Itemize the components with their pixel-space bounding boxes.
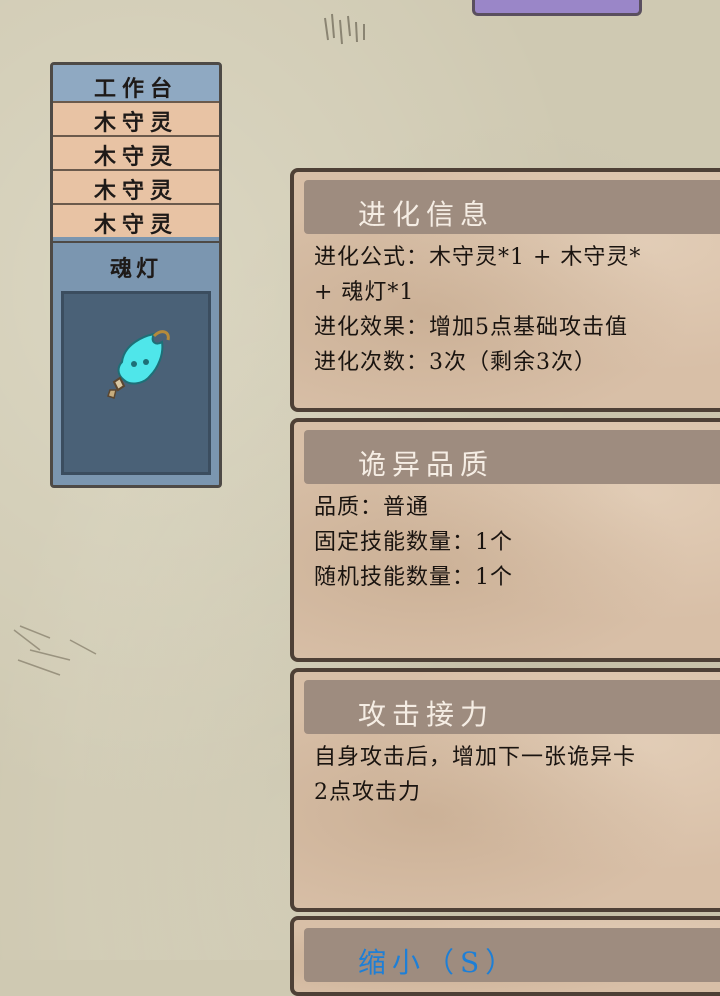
- panel-body: 品质：普通 固定技能数量：1个 随机技能数量：1个: [314, 490, 720, 595]
- stacked-card[interactable]: 木守灵: [53, 135, 219, 170]
- scribble-mark: [13, 625, 97, 676]
- panel-body: 自身攻击后，增加下一张诡异卡 2点攻击力: [314, 740, 720, 810]
- skill-description: 自身攻击后，增加下一张诡异卡: [314, 745, 637, 770]
- panel-title: 诡异品质: [358, 448, 495, 481]
- scribble-mark: [324, 13, 365, 45]
- stacked-card-label: 木守灵: [93, 178, 178, 204]
- panel-header: 诡异品质: [304, 430, 720, 484]
- panel-title: 缩小（S）: [358, 946, 520, 979]
- soul-lamp-icon: [107, 330, 170, 399]
- panel-body: 进化公式：木守灵*1 + 木守灵* + 魂灯*1 进化效果：增加5点基础攻击值 …: [314, 240, 720, 380]
- panel-header: 进化信息: [304, 180, 720, 234]
- skill-description-cont: 2点攻击力: [314, 780, 421, 805]
- skill-panel: 攻击接力 自身攻击后，增加下一张诡异卡 2点攻击力: [290, 668, 720, 912]
- soul-lamp-name: 魂灯: [109, 256, 162, 282]
- fixed-skill-count: 固定技能数量：1个: [314, 530, 513, 555]
- evolution-effect: 进化效果：增加5点基础攻击值: [314, 315, 628, 340]
- random-skill-count: 随机技能数量：1个: [314, 565, 513, 590]
- evolution-info-panel: 进化信息 进化公式：木守灵*1 + 木守灵* + 魂灯*1 进化效果：增加5点基…: [290, 168, 720, 412]
- panel-title: 攻击接力: [358, 698, 495, 731]
- stacked-card[interactable]: 木守灵: [53, 169, 219, 204]
- stacked-card[interactable]: 木守灵: [53, 203, 219, 238]
- panel-header: 缩小（S）: [304, 928, 720, 982]
- soul-lamp-card[interactable]: 魂灯: [53, 241, 219, 485]
- size-panel: 缩小（S）: [290, 916, 720, 996]
- stacked-card-label: 木守灵: [93, 110, 178, 136]
- quality-value: 品质：普通: [314, 495, 430, 520]
- card-stack[interactable]: 工作台 木守灵 木守灵 木守灵 木守灵 魂灯: [50, 62, 222, 488]
- top-purple-tab[interactable]: [472, 0, 642, 16]
- evolution-formula: 进化公式：木守灵*1 + 木守灵*: [314, 245, 642, 270]
- workbench-label: 工作台: [93, 76, 178, 102]
- panel-header: 攻击接力: [304, 680, 720, 734]
- evolution-count: 进化次数：3次（剩余3次）: [314, 350, 597, 375]
- stacked-card-label: 木守灵: [93, 144, 178, 170]
- quality-panel: 诡异品质 品质：普通 固定技能数量：1个 随机技能数量：1个: [290, 418, 720, 662]
- stacked-card[interactable]: 木守灵: [53, 101, 219, 136]
- card-art-frame: [61, 291, 211, 475]
- evolution-formula-cont: + 魂灯*1: [314, 280, 415, 305]
- panel-title: 进化信息: [358, 198, 495, 231]
- workbench-card[interactable]: 工作台: [53, 65, 219, 103]
- stacked-card-label: 木守灵: [93, 212, 178, 238]
